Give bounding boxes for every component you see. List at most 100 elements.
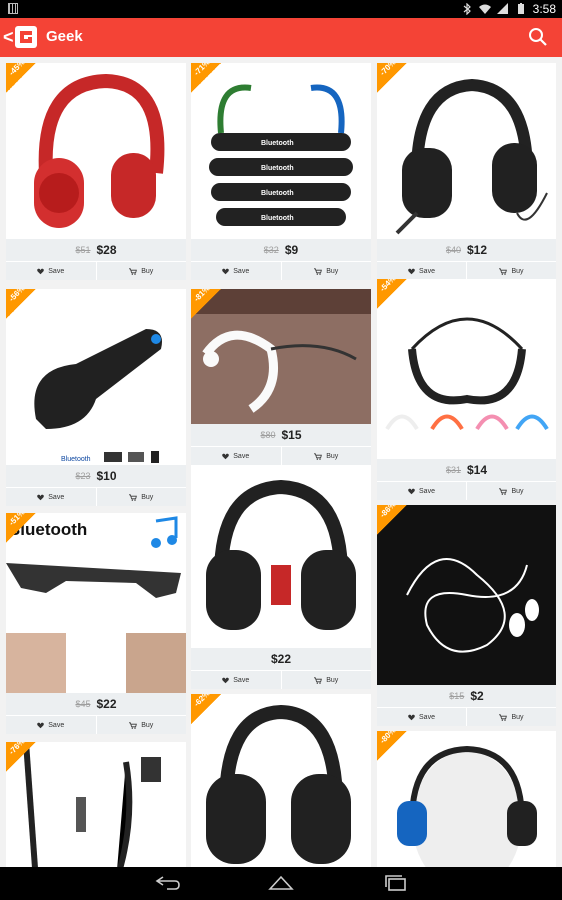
heart-icon — [222, 268, 230, 274]
search-icon[interactable] — [528, 27, 548, 47]
price: $15 — [281, 428, 302, 442]
svg-text:Bluetooth: Bluetooth — [261, 140, 294, 147]
product-card[interactable]: Bluetooth Bluetooth Bluetooth Bluetooth -71%… — [191, 63, 371, 280]
save-label: Save — [48, 721, 65, 729]
save-button[interactable]: Save — [377, 262, 466, 280]
nav-recents-icon[interactable] — [383, 875, 409, 891]
save-button[interactable]: Save — [377, 708, 466, 726]
discount-label: -56% — [7, 289, 27, 304]
discount-label: -51% — [7, 513, 27, 528]
old-price: $23 — [75, 471, 91, 481]
action-row: Save Buy — [6, 715, 186, 734]
cart-icon — [499, 713, 508, 721]
action-row: Save Buy — [191, 446, 371, 465]
product-card[interactable]: Bluetooth -56% $23 $10 Save Buy — [6, 289, 186, 506]
save-button[interactable]: Save — [6, 716, 96, 734]
price: $14 — [467, 463, 488, 477]
product-grid: -45% $51 $28 Save Buy Bluetooth Bluetooth Bluet… — [0, 57, 562, 867]
save-label: Save — [419, 713, 435, 721]
buy-label: Buy — [141, 493, 154, 501]
cart-icon — [314, 267, 323, 275]
product-card[interactable]: -62% — [191, 694, 371, 867]
battery-icon — [517, 3, 524, 14]
discount-badge: -54% — [377, 279, 407, 309]
buy-button[interactable]: Buy — [466, 262, 556, 280]
heart-icon — [222, 677, 230, 683]
svg-text:Bluetooth: Bluetooth — [261, 165, 294, 172]
discount-label: -80% — [378, 731, 398, 746]
cart-icon — [129, 493, 138, 501]
product-card[interactable]: -54% $31 $14 Save Buy — [377, 279, 556, 500]
buy-button[interactable]: Buy — [280, 262, 372, 280]
save-button[interactable]: Save — [377, 482, 466, 500]
buy-button[interactable]: Buy — [280, 447, 372, 465]
save-button[interactable]: Save — [6, 488, 96, 506]
heart-icon — [408, 488, 415, 494]
discount-label: -81% — [192, 289, 212, 304]
save-label: Save — [419, 487, 435, 495]
bluetooth-icon — [463, 3, 471, 15]
product-card[interactable]: $22 Save Buy — [191, 465, 371, 689]
nav-back-icon[interactable] — [155, 875, 181, 891]
old-price: $31 — [445, 465, 461, 475]
product-card[interactable]: -81% $80 $15 Save Buy — [191, 289, 371, 465]
save-button[interactable]: Save — [191, 671, 281, 689]
action-row: Save Buy — [191, 261, 371, 280]
buy-button[interactable]: Buy — [95, 716, 187, 734]
action-row: Save Buy — [377, 481, 556, 500]
discount-badge: -71% — [191, 63, 221, 93]
buy-button[interactable]: Buy — [95, 262, 187, 280]
price: $2 — [470, 689, 484, 703]
buy-label: Buy — [326, 452, 339, 460]
system-nav-bar — [0, 867, 562, 900]
old-price: $45 — [75, 699, 91, 709]
heart-icon — [37, 268, 45, 274]
product-card[interactable]: Bluetooth -51% $45 $22 Save Buy — [6, 513, 186, 734]
save-button[interactable]: Save — [191, 262, 281, 280]
product-card[interactable]: -70% $40 $12 Save Buy — [377, 63, 556, 280]
page-title: Geek — [46, 28, 83, 45]
svg-text:Bluetooth: Bluetooth — [261, 190, 294, 197]
heart-icon — [408, 714, 415, 720]
action-row: Save Buy — [6, 487, 186, 506]
price-row: $45 $22 — [6, 693, 186, 715]
save-label: Save — [233, 267, 250, 275]
discount-badge: -62% — [191, 694, 221, 724]
buy-button[interactable]: Buy — [95, 488, 187, 506]
buy-label: Buy — [326, 676, 339, 684]
price-row: $22 — [191, 648, 371, 670]
discount-label: -45% — [7, 63, 27, 78]
buy-label: Buy — [511, 713, 524, 721]
product-card[interactable]: -76% — [6, 742, 186, 867]
app-logo — [15, 26, 37, 48]
product-card[interactable]: -45% $51 $28 Save Buy — [6, 63, 186, 280]
price-row: $51 $28 — [6, 239, 186, 261]
buy-label: Buy — [511, 267, 524, 275]
buy-button[interactable]: Buy — [280, 671, 372, 689]
save-label: Save — [48, 493, 65, 501]
svg-text:Bluetooth: Bluetooth — [61, 456, 91, 463]
product-card[interactable]: -86% $15 $2 Save Buy — [377, 505, 556, 726]
price: $12 — [467, 243, 488, 257]
discount-badge: -51% — [6, 513, 36, 543]
svg-text:Bluetooth: Bluetooth — [261, 215, 294, 222]
heart-icon — [37, 494, 45, 500]
price: $9 — [284, 243, 299, 257]
save-button[interactable]: Save — [6, 262, 96, 280]
action-row: Save Buy — [377, 261, 556, 280]
discount-badge: -76% — [6, 742, 36, 772]
back-icon[interactable]: < — [3, 27, 14, 47]
save-label: Save — [233, 676, 250, 684]
buy-button[interactable]: Buy — [466, 482, 556, 500]
discount-badge: -81% — [191, 289, 221, 319]
product-card[interactable]: -80% — [377, 731, 556, 867]
buy-button[interactable]: Buy — [466, 708, 556, 726]
nav-home-icon[interactable] — [268, 875, 294, 891]
app-bar: < Geek — [0, 18, 562, 57]
product-image[interactable] — [191, 465, 371, 648]
signal-icon — [496, 3, 508, 14]
save-button[interactable]: Save — [191, 447, 281, 465]
price-row: $32 $9 — [191, 239, 371, 261]
cart-icon — [499, 267, 508, 275]
cart-icon — [314, 676, 323, 684]
